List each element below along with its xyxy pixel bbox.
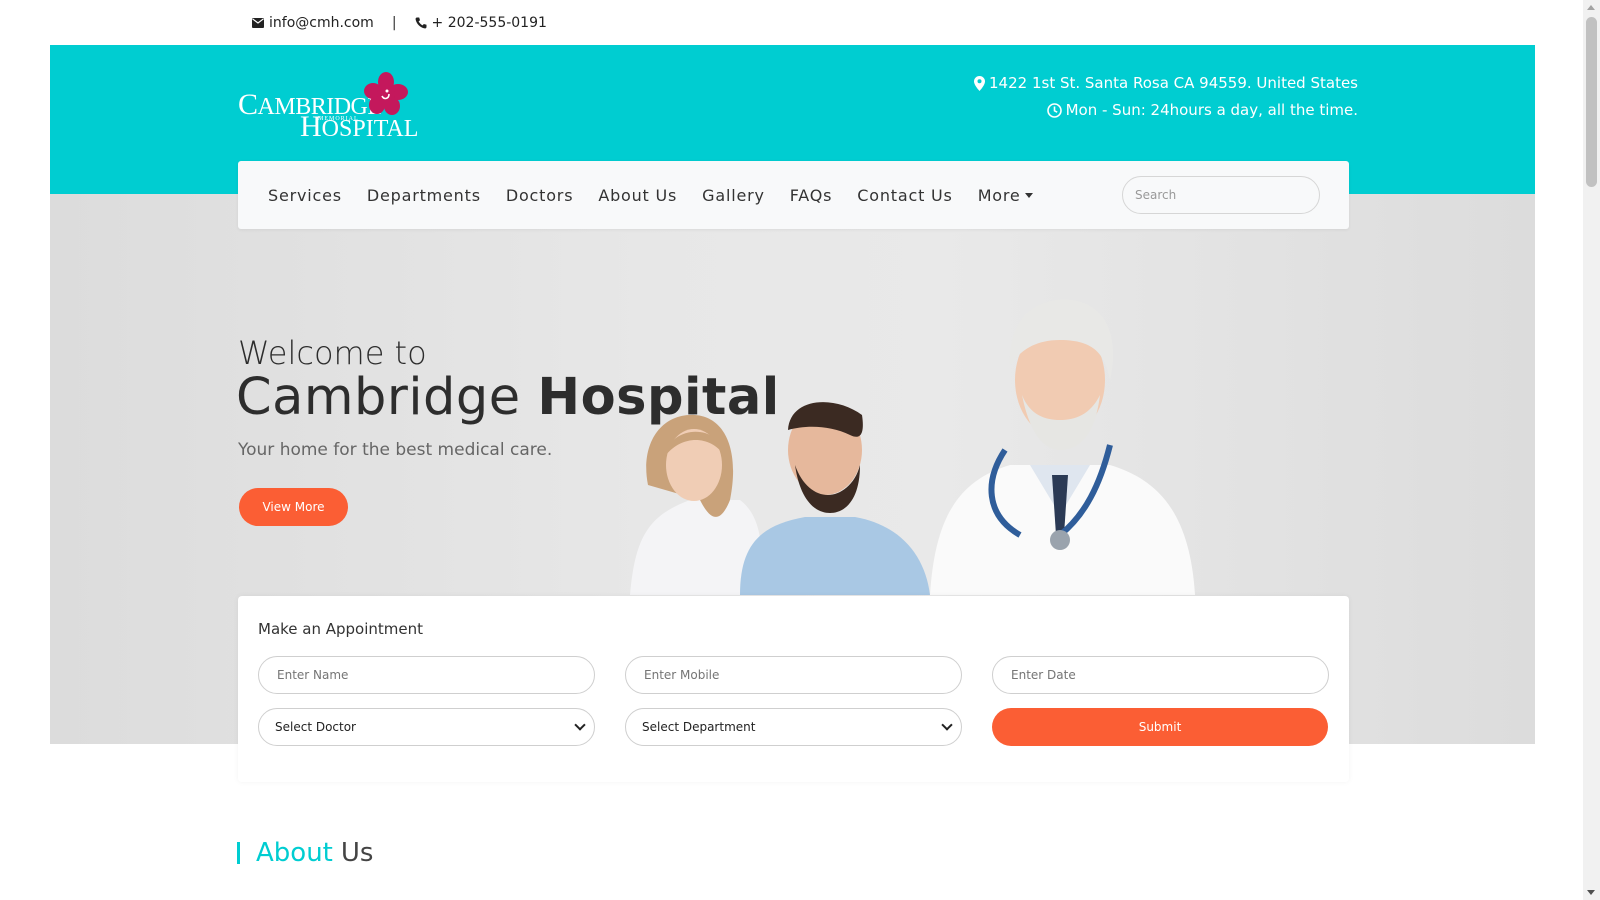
hero-welcome: Welcome to — [238, 334, 427, 372]
hospital-logo[interactable]: CAMBRIDGE HOSPITAL MEMORIAL — [238, 72, 418, 143]
nav-faqs[interactable]: FAQs — [790, 186, 833, 205]
nav-departments[interactable]: Departments — [367, 186, 481, 205]
phone-text: + 202-555-0191 — [431, 14, 547, 31]
contact-separator: | — [391, 14, 397, 31]
nav-about-us[interactable]: About Us — [598, 186, 677, 205]
hero-title-light: Cambridge — [236, 368, 538, 427]
department-select-value: Select Department — [642, 720, 756, 734]
header-info: 1422 1st St. Santa Rosa CA 94559. United… — [974, 70, 1358, 124]
about-rest: Us — [340, 838, 374, 868]
doctor-select[interactable]: Select Doctor — [258, 708, 595, 746]
main-navbar: Services Departments Doctors About Us Ga… — [238, 161, 1349, 229]
mobile-input[interactable] — [625, 656, 962, 694]
heading-accent-bar — [237, 842, 240, 864]
hours-text: Mon - Sun: 24hours a day, all the time. — [1065, 101, 1358, 119]
chevron-down-icon — [574, 719, 586, 731]
hero-title: Cambridge Hospital — [236, 368, 780, 427]
submit-button[interactable]: Submit — [992, 708, 1328, 746]
date-input[interactable] — [992, 656, 1329, 694]
about-heading: About Us — [237, 838, 373, 868]
top-contact-bar: info@cmh.com | + 202-555-0191 — [0, 0, 1568, 45]
clock-icon — [1046, 103, 1062, 118]
about-highlight: About — [256, 838, 333, 868]
address-text: 1422 1st St. Santa Rosa CA 94559. United… — [989, 74, 1358, 92]
logo-text-memorial: MEMORIAL — [318, 116, 359, 122]
nav-services[interactable]: Services — [268, 186, 342, 205]
chevron-down-icon — [941, 719, 953, 731]
department-select[interactable]: Select Department — [625, 708, 962, 746]
page-scrollbar[interactable] — [1583, 0, 1600, 900]
appointment-card: Make an Appointment Select Doctor Select… — [238, 596, 1349, 782]
address-row: 1422 1st St. Santa Rosa CA 94559. United… — [974, 70, 1358, 97]
mail-icon — [252, 17, 264, 28]
email-contact[interactable]: info@cmh.com — [252, 15, 374, 31]
scroll-down-icon[interactable] — [1587, 890, 1595, 895]
doctors-photo — [630, 299, 1195, 595]
phone-icon — [415, 17, 427, 28]
caret-down-icon — [1024, 192, 1033, 198]
nav-doctors[interactable]: Doctors — [506, 186, 573, 205]
doctor-select-value: Select Doctor — [275, 720, 356, 734]
flower-logo-icon — [364, 72, 408, 115]
hours-row: Mon - Sun: 24hours a day, all the time. — [974, 97, 1358, 124]
hero-tagline: Your home for the best medical care. — [238, 440, 553, 460]
scroll-up-icon[interactable] — [1587, 5, 1595, 10]
appointment-heading: Make an Appointment — [258, 620, 424, 638]
hero-title-bold: Hospital — [537, 368, 780, 427]
female-doctor-figure — [630, 414, 762, 595]
map-pin-icon — [974, 76, 986, 91]
nav-more-label: More — [977, 185, 1021, 205]
phone-contact[interactable]: + 202-555-0191 — [415, 15, 547, 31]
senior-doctor-figure — [930, 299, 1195, 595]
name-input[interactable] — [258, 656, 595, 694]
email-text: info@cmh.com — [269, 14, 374, 31]
scroll-thumb[interactable] — [1586, 17, 1597, 187]
male-nurse-figure — [740, 402, 930, 595]
search-input[interactable] — [1122, 176, 1320, 214]
nav-contact-us[interactable]: Contact Us — [857, 186, 952, 205]
nav-more-dropdown[interactable]: More — [978, 186, 1033, 205]
nav-gallery[interactable]: Gallery — [702, 186, 765, 205]
view-more-button[interactable]: View More — [239, 488, 348, 526]
